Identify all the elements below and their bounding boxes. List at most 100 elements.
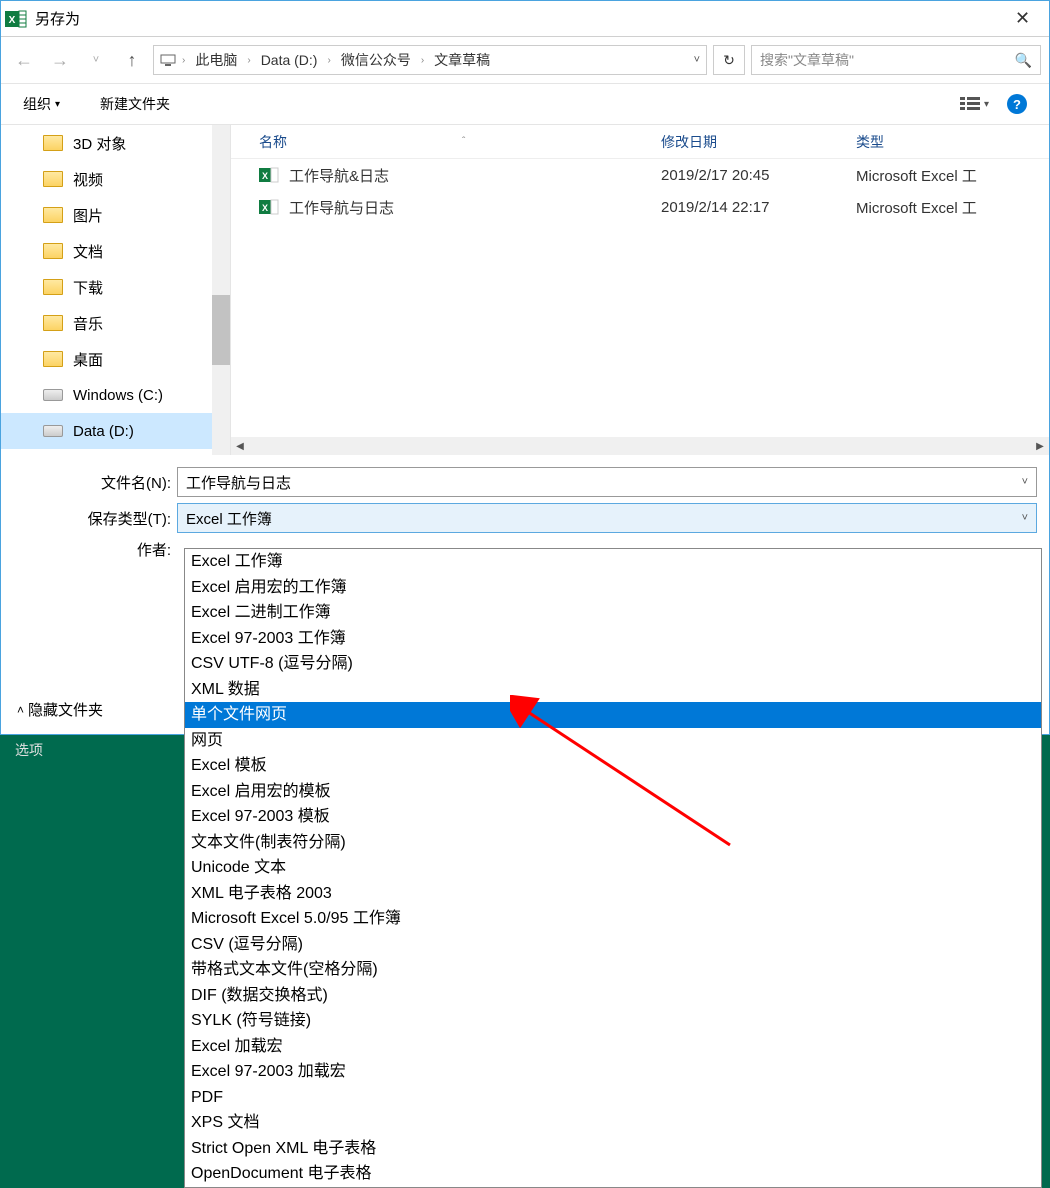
breadcrumb-item[interactable]: 微信公众号 bbox=[337, 48, 415, 72]
filetype-option[interactable]: CSV (逗号分隔) bbox=[185, 932, 1041, 958]
file-row[interactable]: X工作导航与日志2019/2/14 22:17Microsoft Excel 工 bbox=[231, 191, 1049, 223]
filetype-option[interactable]: SYLK (符号链接) bbox=[185, 1008, 1041, 1034]
savetype-dropdown-list[interactable]: Excel 工作簿Excel 启用宏的工作簿Excel 二进制工作簿Excel … bbox=[184, 548, 1042, 1188]
breadcrumb[interactable]: › 此电脑 › Data (D:) › 微信公众号 › 文章草稿 ˅ bbox=[153, 45, 707, 75]
chevron-right-icon: › bbox=[327, 55, 330, 66]
breadcrumb-item[interactable]: 文章草稿 bbox=[430, 48, 494, 72]
filetype-option[interactable]: Excel 启用宏的工作簿 bbox=[185, 575, 1041, 601]
sidebar-item-label: 3D 对象 bbox=[73, 133, 126, 154]
column-type[interactable]: 类型 bbox=[856, 132, 1049, 152]
view-options-button[interactable]: ▾ bbox=[960, 97, 989, 111]
folder-icon bbox=[43, 279, 63, 295]
sidebar-item[interactable]: 桌面 bbox=[1, 341, 230, 377]
filetype-option[interactable]: CSV UTF-8 (逗号分隔) bbox=[185, 651, 1041, 677]
filetype-option[interactable]: Excel 工作簿 bbox=[185, 549, 1041, 575]
savetype-label: 保存类型(T): bbox=[1, 508, 177, 529]
file-row[interactable]: X工作导航&日志2019/2/17 20:45Microsoft Excel 工 bbox=[231, 159, 1049, 191]
hide-folders-toggle[interactable]: ˄ 隐藏文件夹 bbox=[17, 699, 103, 720]
filetype-option[interactable]: Excel 97-2003 加载宏 bbox=[185, 1059, 1041, 1085]
sidebar-item-label: 下载 bbox=[73, 277, 103, 298]
svg-text:X: X bbox=[9, 15, 16, 26]
scrollbar-horizontal[interactable]: ◀ ▶ bbox=[231, 437, 1049, 455]
drive-icon bbox=[43, 425, 63, 437]
filetype-option[interactable]: 带格式文本文件(空格分隔) bbox=[185, 957, 1041, 983]
search-icon: 🔍 bbox=[1015, 52, 1032, 69]
chevron-down-icon[interactable]: ˅ bbox=[1022, 512, 1028, 524]
sidebar-item[interactable]: 视频 bbox=[1, 161, 230, 197]
refresh-button[interactable]: ↻ bbox=[713, 45, 745, 75]
filetype-option[interactable]: Excel 97-2003 工作簿 bbox=[185, 626, 1041, 652]
folder-icon bbox=[43, 315, 63, 331]
filetype-option[interactable]: Unicode 文本 bbox=[185, 855, 1041, 881]
forward-button[interactable]: → bbox=[45, 45, 75, 75]
close-button[interactable]: ✕ bbox=[1000, 4, 1045, 34]
chevron-down-icon[interactable]: ˅ bbox=[694, 54, 700, 66]
file-name: 工作导航&日志 bbox=[289, 165, 389, 186]
nav-bar: ← → ˅ ↑ › 此电脑 › Data (D:) › 微信公众号 › 文章草稿… bbox=[1, 37, 1049, 83]
help-button[interactable]: ? bbox=[1007, 94, 1027, 114]
filetype-option[interactable]: XPS 文档 bbox=[185, 1110, 1041, 1136]
filetype-option[interactable]: Excel 二进制工作簿 bbox=[185, 600, 1041, 626]
excel-file-icon: X bbox=[259, 197, 279, 217]
sidebar-item[interactable]: 文档 bbox=[1, 233, 230, 269]
filetype-option[interactable]: OpenDocument 电子表格 bbox=[185, 1161, 1041, 1187]
chevron-down-icon[interactable]: ˅ bbox=[1022, 476, 1028, 488]
folder-icon bbox=[43, 207, 63, 223]
toolbar: 组织▾ 新建文件夹 ▾ ? bbox=[1, 83, 1049, 125]
sidebar-item[interactable]: Windows (C:) bbox=[1, 377, 230, 413]
sidebar-item[interactable]: 3D 对象 bbox=[1, 125, 230, 161]
body: 3D 对象视频图片文档下载音乐桌面 Windows (C:) Data (D:) 名… bbox=[1, 125, 1049, 455]
filetype-option[interactable]: Excel 模板 bbox=[185, 753, 1041, 779]
filetype-option[interactable]: 网页 bbox=[185, 728, 1041, 754]
chevron-up-icon: ˄ bbox=[17, 703, 24, 717]
savetype-select[interactable]: Excel 工作簿 ˅ bbox=[177, 503, 1037, 533]
file-date: 2019/2/17 20:45 bbox=[661, 167, 856, 184]
sidebar-item-label: 音乐 bbox=[73, 313, 103, 334]
filetype-option[interactable]: Excel 加载宏 bbox=[185, 1034, 1041, 1060]
sidebar-item-label: Data (D:) bbox=[73, 423, 134, 440]
chevron-right-icon: › bbox=[182, 55, 185, 66]
pc-icon bbox=[160, 52, 176, 68]
filetype-option[interactable]: PDF bbox=[185, 1085, 1041, 1111]
filetype-option[interactable]: XML 电子表格 2003 bbox=[185, 881, 1041, 907]
breadcrumb-item[interactable]: Data (D:) bbox=[257, 50, 322, 70]
up-button[interactable]: ↑ bbox=[117, 45, 147, 75]
sidebar-item-label: 视频 bbox=[73, 169, 103, 190]
folder-icon bbox=[43, 243, 63, 259]
new-folder-button[interactable]: 新建文件夹 bbox=[100, 94, 170, 114]
sidebar: 3D 对象视频图片文档下载音乐桌面 Windows (C:) Data (D:) bbox=[1, 125, 231, 455]
breadcrumb-item[interactable]: 此电脑 bbox=[191, 48, 241, 72]
filetype-option[interactable]: Excel 启用宏的模板 bbox=[185, 779, 1041, 805]
back-button[interactable]: ← bbox=[9, 45, 39, 75]
sidebar-item-label: 文档 bbox=[73, 241, 103, 262]
filetype-option[interactable]: Excel 97-2003 模板 bbox=[185, 804, 1041, 830]
scroll-right-icon[interactable]: ▶ bbox=[1031, 437, 1049, 455]
chevron-right-icon: › bbox=[247, 55, 250, 66]
search-input[interactable]: 搜索"文章草稿" 🔍 bbox=[751, 45, 1041, 75]
search-placeholder: 搜索"文章草稿" bbox=[760, 50, 854, 70]
column-headers: 名称ˆ 修改日期 类型 bbox=[231, 125, 1049, 159]
column-date[interactable]: 修改日期 bbox=[661, 132, 856, 152]
sidebar-item[interactable]: Data (D:) bbox=[1, 413, 230, 449]
filetype-option[interactable]: DIF (数据交换格式) bbox=[185, 983, 1041, 1009]
sidebar-item[interactable]: 下载 bbox=[1, 269, 230, 305]
scroll-left-icon[interactable]: ◀ bbox=[231, 437, 249, 455]
filetype-option[interactable]: 单个文件网页 bbox=[185, 702, 1041, 728]
column-name[interactable]: 名称ˆ bbox=[231, 132, 661, 152]
sidebar-item-label: 桌面 bbox=[73, 349, 103, 370]
filetype-option[interactable]: 文本文件(制表符分隔) bbox=[185, 830, 1041, 856]
file-type: Microsoft Excel 工 bbox=[856, 197, 1049, 218]
excel-file-icon: X bbox=[259, 165, 279, 185]
filetype-option[interactable]: XML 数据 bbox=[185, 677, 1041, 703]
file-name: 工作导航与日志 bbox=[289, 197, 394, 218]
sidebar-item[interactable]: 图片 bbox=[1, 197, 230, 233]
filename-input[interactable]: 工作导航与日志 ˅ bbox=[177, 467, 1037, 497]
filetype-option[interactable]: Strict Open XML 电子表格 bbox=[185, 1136, 1041, 1162]
filetype-option[interactable]: Microsoft Excel 5.0/95 工作簿 bbox=[185, 906, 1041, 932]
recent-chevron[interactable]: ˅ bbox=[81, 45, 111, 75]
sidebar-item[interactable]: 音乐 bbox=[1, 305, 230, 341]
scrollbar-vertical[interactable] bbox=[212, 125, 230, 455]
scrollbar-thumb[interactable] bbox=[212, 295, 230, 365]
sidebar-item-label: 图片 bbox=[73, 205, 103, 226]
organize-menu[interactable]: 组织▾ bbox=[23, 94, 60, 114]
